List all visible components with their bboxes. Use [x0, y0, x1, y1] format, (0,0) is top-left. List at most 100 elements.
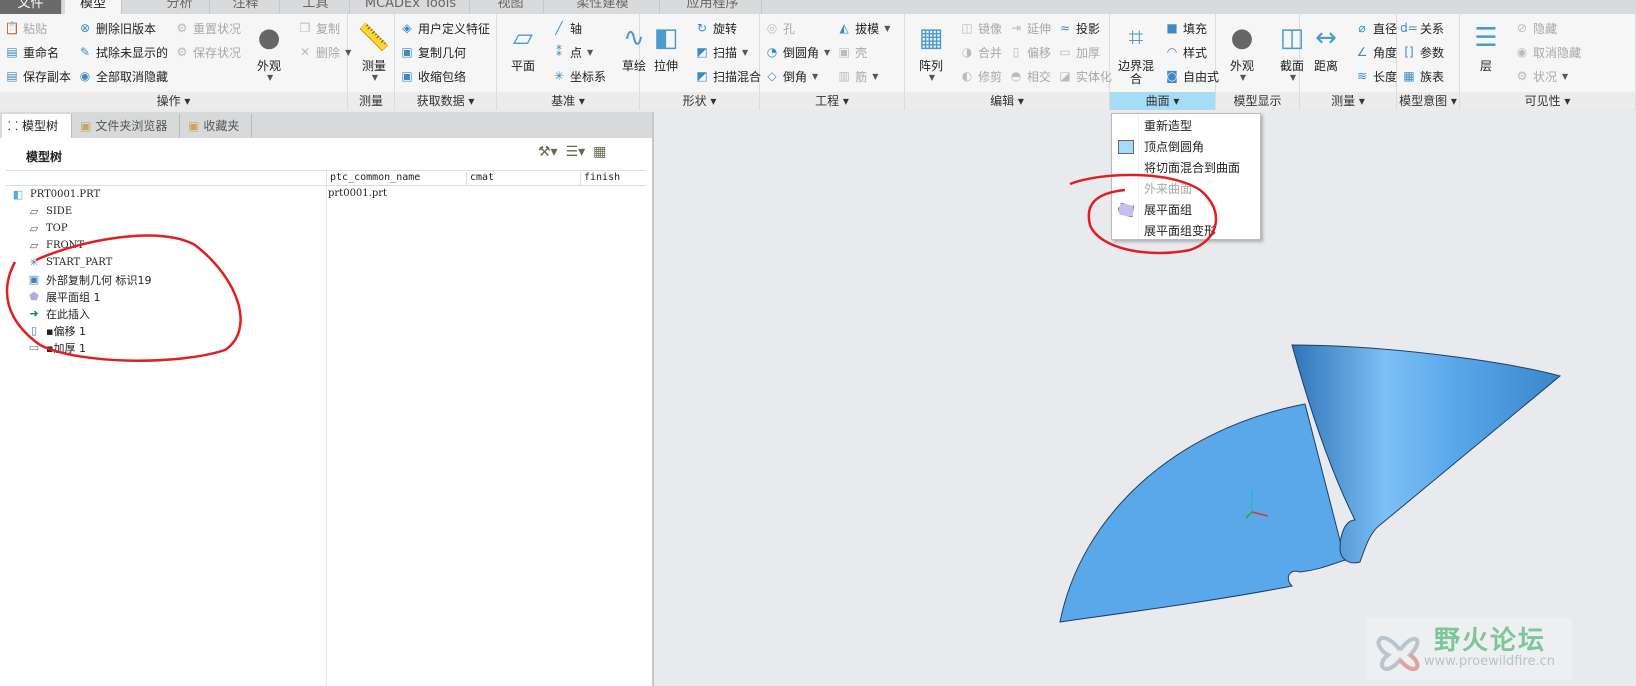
tree-item[interactable]: ◧ PRT0001.PRT [10, 186, 100, 203]
ribbon-button-udf[interactable]: ◈ 用户定义特征 [399, 16, 490, 40]
ribbon-button-family-table[interactable]: ▦ 族表 [1401, 64, 1444, 88]
ribbon-button-angle[interactable]: ∠ 角度 [1354, 40, 1397, 64]
menu-item[interactable]: 将切面混合到曲面 [1144, 158, 1240, 178]
ribbon-group-label[interactable]: 测量 ▾ [1300, 92, 1396, 110]
ribbon-button-solidify[interactable]: ◪ 实体化 [1057, 64, 1112, 88]
filter-icon[interactable]: ▦ [593, 144, 606, 160]
ribbon-button-point[interactable]: ⁑ 点 ▼ [551, 40, 606, 64]
ribbon-button-extend[interactable]: ⇥ 延伸 [1008, 16, 1051, 40]
ribbon-button-style[interactable]: ◠ 样式 [1164, 40, 1219, 64]
ribbon-group-label[interactable]: 形状 ▾ [640, 92, 759, 110]
ribbon-button-copy[interactable]: ❐ 复制 [297, 16, 351, 40]
tree-item[interactable]: ▱ FRONT [26, 237, 84, 254]
tab-folder-browser[interactable]: ▣ 文件夹浏览器 [74, 114, 180, 138]
tab-7[interactable]: 柔性建模 [546, 0, 660, 14]
ribbon-group-label[interactable]: 可见性 ▾ [1460, 92, 1635, 110]
ribbon-group-label[interactable]: 获取数据 ▾ [395, 92, 496, 110]
tree-item[interactable]: ✳ START_PART [26, 254, 112, 271]
tree-item[interactable]: ▣ 外部复制几何 标识19 [26, 271, 152, 288]
ribbon-button-diameter[interactable]: ⌀ 直径 [1354, 16, 1397, 40]
ribbon-button-fill[interactable]: ■ 填充 [1164, 16, 1219, 40]
ribbon-button-save-copy[interactable]: ▤ 保存副本 [4, 64, 71, 88]
tree-item[interactable]: ⬟ 展平面组 1 [26, 288, 100, 305]
tab-1[interactable]: 模型 [65, 0, 122, 14]
ribbon-button-shell[interactable]: ▣ 壳 [836, 40, 890, 64]
ribbon-button-axis[interactable]: ╱ 轴 [551, 16, 606, 40]
ribbon-button-intersect[interactable]: ◓ 相交 [1008, 64, 1051, 88]
ribbon-button-pattern[interactable]: ▦ 阵列 ▼ [909, 16, 953, 82]
tab-5[interactable]: MCADEx Tools [352, 0, 470, 14]
ribbon-button-round[interactable]: ◔ 倒圆角 ▼ [764, 40, 830, 64]
tab-2[interactable]: 分析 [150, 0, 210, 14]
ribbon-button-reset-status[interactable]: ⚙ 重置状况 [174, 16, 241, 40]
ribbon-button-freestyle[interactable]: ◙ 自由式 [1164, 64, 1219, 88]
column-cmat[interactable]: cmat [466, 172, 580, 186]
menu-item[interactable]: 展平面组 [1144, 200, 1192, 220]
ribbon-button-layers[interactable]: ☰ 层 [1464, 16, 1508, 73]
ribbon-button-plane[interactable]: ▱ 平面 [501, 16, 545, 73]
tab-4[interactable]: 工具 [282, 0, 350, 14]
ribbon-group-label[interactable]: 测量 [348, 92, 394, 110]
ribbon-button-rename[interactable]: ▤ 重命名 [4, 40, 71, 64]
ribbon-button-offset[interactable]: ▯ 偏移 [1008, 40, 1051, 64]
tab-0[interactable]: 文件 [0, 0, 62, 14]
ribbon-button-revolve[interactable]: ↻ 旋转 [694, 16, 761, 40]
ribbon-button-relations[interactable]: d= 关系 [1400, 16, 1444, 40]
menu-item[interactable]: 重新造型 [1144, 116, 1192, 136]
ribbon-button-unhide-all[interactable]: ◉ 全部取消隐藏 [77, 64, 168, 88]
ribbon-button-sweep[interactable]: ◩ 扫描 ▼ [694, 40, 761, 64]
ribbon-button-save-status[interactable]: ⚙ 保存状况 [174, 40, 241, 64]
ribbon-button-hide[interactable]: ⊘ 隐藏 [1514, 16, 1581, 40]
ribbon-button-boundary-blend[interactable]: ⌗ 边界混合 [1114, 16, 1158, 86]
ribbon-button-mirror[interactable]: ◫ 镜像 [959, 16, 1002, 40]
ribbon-button-hole[interactable]: ◎ 孔 [764, 16, 830, 40]
ribbon-button-swept-blend[interactable]: ◩ 扫描混合 [694, 64, 761, 88]
ribbon-button-draft[interactable]: ◭ 拔模 ▼ [836, 16, 891, 40]
ribbon-button-csys[interactable]: ✳ 坐标系 [551, 64, 606, 88]
tab-6[interactable]: 视图 [478, 0, 544, 14]
ribbon-button-delete-old-versions[interactable]: ⊗ 删除旧版本 [77, 16, 168, 40]
ribbon-button-length[interactable]: ≋ 长度 [1354, 64, 1397, 88]
ribbon-button-erase[interactable]: ✎ 拭除未显示的 [77, 40, 168, 64]
ribbon-button-unhide[interactable]: ◉ 取消隐藏 [1514, 40, 1581, 64]
tree-item[interactable]: ▱ TOP [26, 220, 68, 237]
tab-favorites[interactable]: ▣ 收藏夹 [182, 114, 252, 138]
menu-item[interactable]: 展平面组变形 [1144, 221, 1216, 241]
tab-model-tree[interactable]: ⸬ 模型树 [2, 114, 72, 138]
ribbon-button-chamfer[interactable]: ◇ 倒角 ▼ [764, 64, 830, 88]
ribbon-button-project[interactable]: ≈ 投影 [1057, 16, 1112, 40]
settings-tools-icon[interactable]: ⚒▾ [538, 144, 558, 160]
ribbon-button-shrinkwrap[interactable]: ▣ 收缩包络 [399, 64, 490, 88]
ribbon-button-copy-geometry[interactable]: ▣ 复制几何 [399, 40, 490, 64]
ribbon-button-appearance-sphere[interactable]: ● 外观 ▼ [247, 16, 291, 82]
ribbon-group-label[interactable]: 模型显示 [1216, 92, 1299, 110]
ribbon-group-label[interactable]: 工程 ▾ [760, 92, 904, 110]
tree-item[interactable]: ▭ ▪加厚 1 [26, 339, 86, 356]
ribbon-button-paste[interactable]: 📋 粘贴 [4, 16, 71, 40]
column-finish[interactable]: finish [580, 172, 646, 186]
ribbon-button-parameters[interactable]: [] 参数 [1401, 40, 1444, 64]
ribbon-button-ruler[interactable]: 📏 测量 ▼ [352, 16, 396, 82]
menu-item[interactable]: 顶点倒圆角 [1144, 137, 1204, 157]
tree-item[interactable]: ▱ SIDE [26, 203, 72, 220]
tab-8[interactable]: 应用程序 [664, 0, 762, 14]
ribbon-group-label[interactable]: 操作 ▾ [0, 92, 347, 110]
show-list-icon[interactable]: ☰▾ [566, 144, 586, 160]
ribbon-button-merge[interactable]: ◑ 合并 [959, 40, 1002, 64]
ribbon-button-status[interactable]: ⚙ 状况 ▼ [1514, 64, 1581, 88]
ribbon-group-label[interactable]: 编辑 ▾ [905, 92, 1109, 110]
ribbon-group-label[interactable]: 曲面 ▾ [1110, 92, 1215, 110]
ribbon-group-label[interactable]: 基准 ▾ [497, 92, 639, 110]
ribbon-button-extrude[interactable]: ◧ 拉伸 [644, 16, 688, 73]
column-ptc-common-name[interactable]: ptc_common_name [326, 172, 466, 186]
tree-item[interactable]: ▯ ▪偏移 1 [26, 322, 86, 339]
ribbon-button-trim[interactable]: ◐ 修剪 [959, 64, 1002, 88]
tree-item[interactable]: ➜ 在此插入 [26, 305, 90, 322]
ribbon-button-delete[interactable]: ✕ 删除 ▼ [297, 40, 351, 64]
ribbon-button-thicken[interactable]: ▭ 加厚 [1057, 40, 1112, 64]
ribbon-group-label[interactable]: 模型意图 ▾ [1397, 92, 1459, 110]
ribbon-button-appearance-sphere[interactable]: ● 外观 ▼ [1220, 16, 1264, 82]
ribbon-button-distance[interactable]: ↔ 距离 [1304, 16, 1348, 73]
ribbon-button-rib[interactable]: ▥ 筋 ▼ [836, 64, 890, 88]
tab-3[interactable]: 注释 [212, 0, 280, 14]
